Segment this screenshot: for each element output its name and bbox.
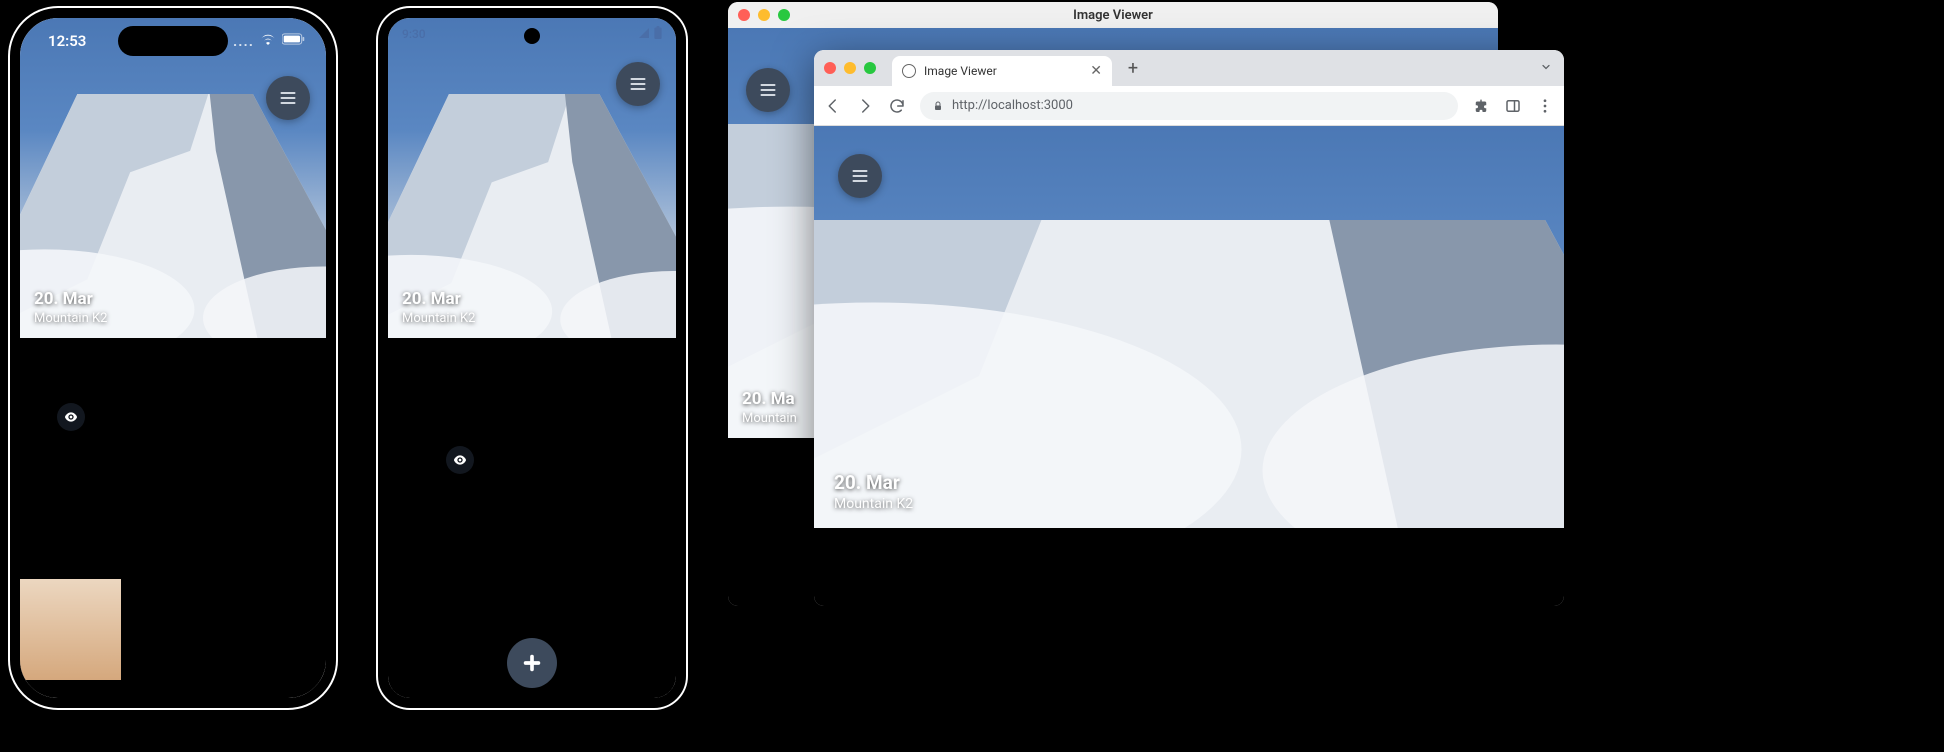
hero-date: 20. Mar xyxy=(402,289,475,309)
thumbnail-grid xyxy=(814,528,1564,606)
back-button[interactable] xyxy=(824,97,842,115)
dots-icon: .... xyxy=(233,32,254,50)
thumbnail-selected[interactable] xyxy=(20,338,121,439)
hamburger-icon xyxy=(628,74,648,94)
thumbnail[interactable] xyxy=(20,579,121,680)
thumbnail[interactable] xyxy=(1114,528,1263,606)
puzzle-icon xyxy=(1472,97,1490,115)
hero-title: Mountain K2 xyxy=(402,311,475,326)
menu-button[interactable] xyxy=(616,62,660,106)
new-tab-button[interactable]: + xyxy=(1120,55,1146,81)
thumbnail[interactable] xyxy=(225,458,326,559)
minimize-window-button[interactable] xyxy=(844,62,856,74)
side-panel-button[interactable] xyxy=(1504,97,1522,115)
thumbnail[interactable] xyxy=(964,528,1113,606)
thumbnail[interactable] xyxy=(122,458,223,559)
status-time: 9:30 xyxy=(402,27,426,41)
window-title: Image Viewer xyxy=(1073,8,1153,23)
thumbnail[interactable] xyxy=(122,579,223,680)
fab-add-button[interactable] xyxy=(507,638,557,688)
hero-date: 20. Mar xyxy=(834,471,913,494)
reload-icon xyxy=(888,97,906,115)
lock-icon xyxy=(932,100,944,112)
android-camera-punch xyxy=(524,28,540,44)
eye-icon xyxy=(63,409,79,425)
mac-title-bar[interactable]: Image Viewer xyxy=(728,2,1498,28)
hero-title: Mountain K2 xyxy=(34,311,107,326)
plus-icon xyxy=(521,652,543,674)
menu-button[interactable] xyxy=(266,76,310,120)
tab-title: Image Viewer xyxy=(924,64,997,78)
iphone-device: 12:53 .... 20. Mar Mountain K2 xyxy=(10,8,336,708)
maximize-window-button[interactable] xyxy=(864,62,876,74)
thumbnail[interactable] xyxy=(225,579,326,680)
thumbnail[interactable] xyxy=(533,579,677,698)
status-time: 12:53 xyxy=(48,32,86,50)
thumbnail[interactable] xyxy=(122,338,223,439)
url-text: http://localhost:3000 xyxy=(952,98,1073,113)
browser-menu-button[interactable] xyxy=(1536,97,1554,115)
globe-icon xyxy=(902,64,916,78)
back-icon xyxy=(824,97,842,115)
close-tab-button[interactable]: ✕ xyxy=(1090,63,1102,79)
viewing-indicator xyxy=(57,403,85,431)
android-device: 9:30 20. Mar Mountain K2 xyxy=(378,8,686,708)
thumbnail[interactable] xyxy=(1415,528,1564,606)
thumbnail-grid xyxy=(20,338,326,698)
hero-image[interactable]: 20. Mar Mountain K2 xyxy=(814,126,1564,528)
url-field[interactable]: http://localhost:3000 xyxy=(920,92,1458,120)
thumbnail[interactable] xyxy=(225,338,326,439)
hamburger-icon xyxy=(758,80,778,100)
signal-icon xyxy=(638,27,650,42)
forward-icon xyxy=(856,97,874,115)
battery-icon xyxy=(654,26,662,42)
android-app: 20. Mar Mountain K2 xyxy=(388,18,676,698)
hero-title: Mountain K2 xyxy=(834,496,913,512)
hamburger-icon xyxy=(278,88,298,108)
hero-date: 20. Mar xyxy=(34,289,107,309)
side-panel-icon xyxy=(1504,97,1522,115)
hero-title: Mountain xyxy=(742,411,797,426)
battery-icon xyxy=(282,33,306,49)
browser-tab[interactable]: Image Viewer ✕ xyxy=(892,56,1112,86)
menu-button[interactable] xyxy=(838,154,882,198)
hero-date: 20. Ma xyxy=(742,389,797,409)
close-window-button[interactable] xyxy=(824,62,836,74)
thumbnail[interactable] xyxy=(1265,528,1414,606)
reload-button[interactable] xyxy=(888,97,906,115)
chevron-down-icon xyxy=(1540,61,1552,73)
wifi-icon xyxy=(260,33,276,49)
browser-toolbar: http://localhost:3000 xyxy=(814,86,1564,126)
iphone-app: 20. Mar Mountain K2 xyxy=(20,18,326,698)
iphone-notch xyxy=(118,26,228,56)
browser-app: 20. Mar Mountain K2 xyxy=(814,126,1564,606)
thumbnail[interactable] xyxy=(814,528,963,606)
minimize-window-button[interactable] xyxy=(758,9,770,21)
tab-list-button[interactable] xyxy=(1540,61,1552,76)
forward-button[interactable] xyxy=(856,97,874,115)
hamburger-icon xyxy=(850,166,870,186)
thumbnail[interactable] xyxy=(388,579,532,698)
menu-button[interactable] xyxy=(746,68,790,112)
maximize-window-button[interactable] xyxy=(778,9,790,21)
thumbnail[interactable] xyxy=(20,458,121,559)
hero-image[interactable]: 20. Mar Mountain K2 xyxy=(20,18,326,338)
traffic-lights[interactable] xyxy=(738,9,790,21)
browser-window: Image Viewer ✕ + http://localhost:3000 2… xyxy=(814,50,1564,606)
extensions-button[interactable] xyxy=(1472,97,1490,115)
kebab-icon xyxy=(1536,97,1554,115)
traffic-lights[interactable] xyxy=(824,62,876,74)
browser-tab-strip: Image Viewer ✕ + xyxy=(814,50,1564,86)
close-window-button[interactable] xyxy=(738,9,750,21)
hero-image[interactable]: 20. Mar Mountain K2 xyxy=(388,18,676,338)
